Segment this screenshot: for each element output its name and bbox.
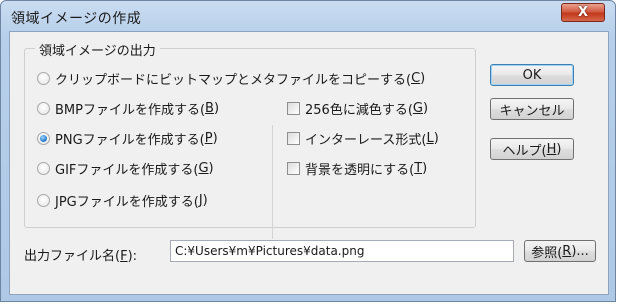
window-title: 領域イメージの作成 <box>11 11 142 27</box>
radio-icon-selected[interactable] <box>37 132 50 145</box>
checkbox-icon[interactable] <box>287 162 300 175</box>
cancel-button[interactable]: キャンセル <box>490 98 574 120</box>
radio-jpg[interactable]: JPGファイルを作成する(J) <box>37 191 208 210</box>
checkbox-icon[interactable] <box>287 132 300 145</box>
dialog-window: 領域イメージの作成 X 領域イメージの出力 クリップボードにビットマップとメタフ… <box>0 0 616 302</box>
title-bar[interactable]: 領域イメージの作成 X <box>1 1 615 31</box>
checkbox-256-colors[interactable]: 256色に減色する(G) <box>287 99 428 118</box>
help-button[interactable]: ヘルプ(H) <box>490 138 574 160</box>
checkbox-interlace[interactable]: インターレース形式(L) <box>287 129 439 148</box>
radio-png[interactable]: PNGファイルを作成する(P) <box>37 129 218 148</box>
output-filename-label: 出力ファイル名(F): <box>24 249 138 264</box>
radio-icon[interactable] <box>37 72 50 85</box>
radio-bmp[interactable]: BMPファイルを作成する(B) <box>37 99 219 118</box>
radio-gif[interactable]: GIFファイルを作成する(G) <box>37 159 214 178</box>
close-button[interactable]: X <box>561 3 605 22</box>
radio-icon[interactable] <box>37 194 50 207</box>
checkbox-transparent-bg[interactable]: 背景を透明にする(T) <box>287 159 427 178</box>
output-filename-input[interactable]: C:¥Users¥m¥Pictures¥data.png <box>170 240 514 262</box>
checkbox-icon[interactable] <box>287 102 300 115</box>
radio-icon[interactable] <box>37 102 50 115</box>
ok-button[interactable]: OK <box>490 64 574 86</box>
radio-icon[interactable] <box>37 162 50 175</box>
dialog-body: 領域イメージの出力 クリップボードにビットマップとメタファイルをコピーする(C)… <box>9 31 609 295</box>
group-legend: 領域イメージの出力 <box>35 40 160 59</box>
radio-clipboard[interactable]: クリップボードにビットマップとメタファイルをコピーする(C) <box>37 69 425 88</box>
close-icon: X <box>577 5 589 20</box>
options-divider <box>272 125 273 239</box>
browse-button[interactable]: 参照(R)... <box>524 240 596 262</box>
output-groupbox: 領域イメージの出力 クリップボードにビットマップとメタファイルをコピーする(C)… <box>24 40 476 239</box>
